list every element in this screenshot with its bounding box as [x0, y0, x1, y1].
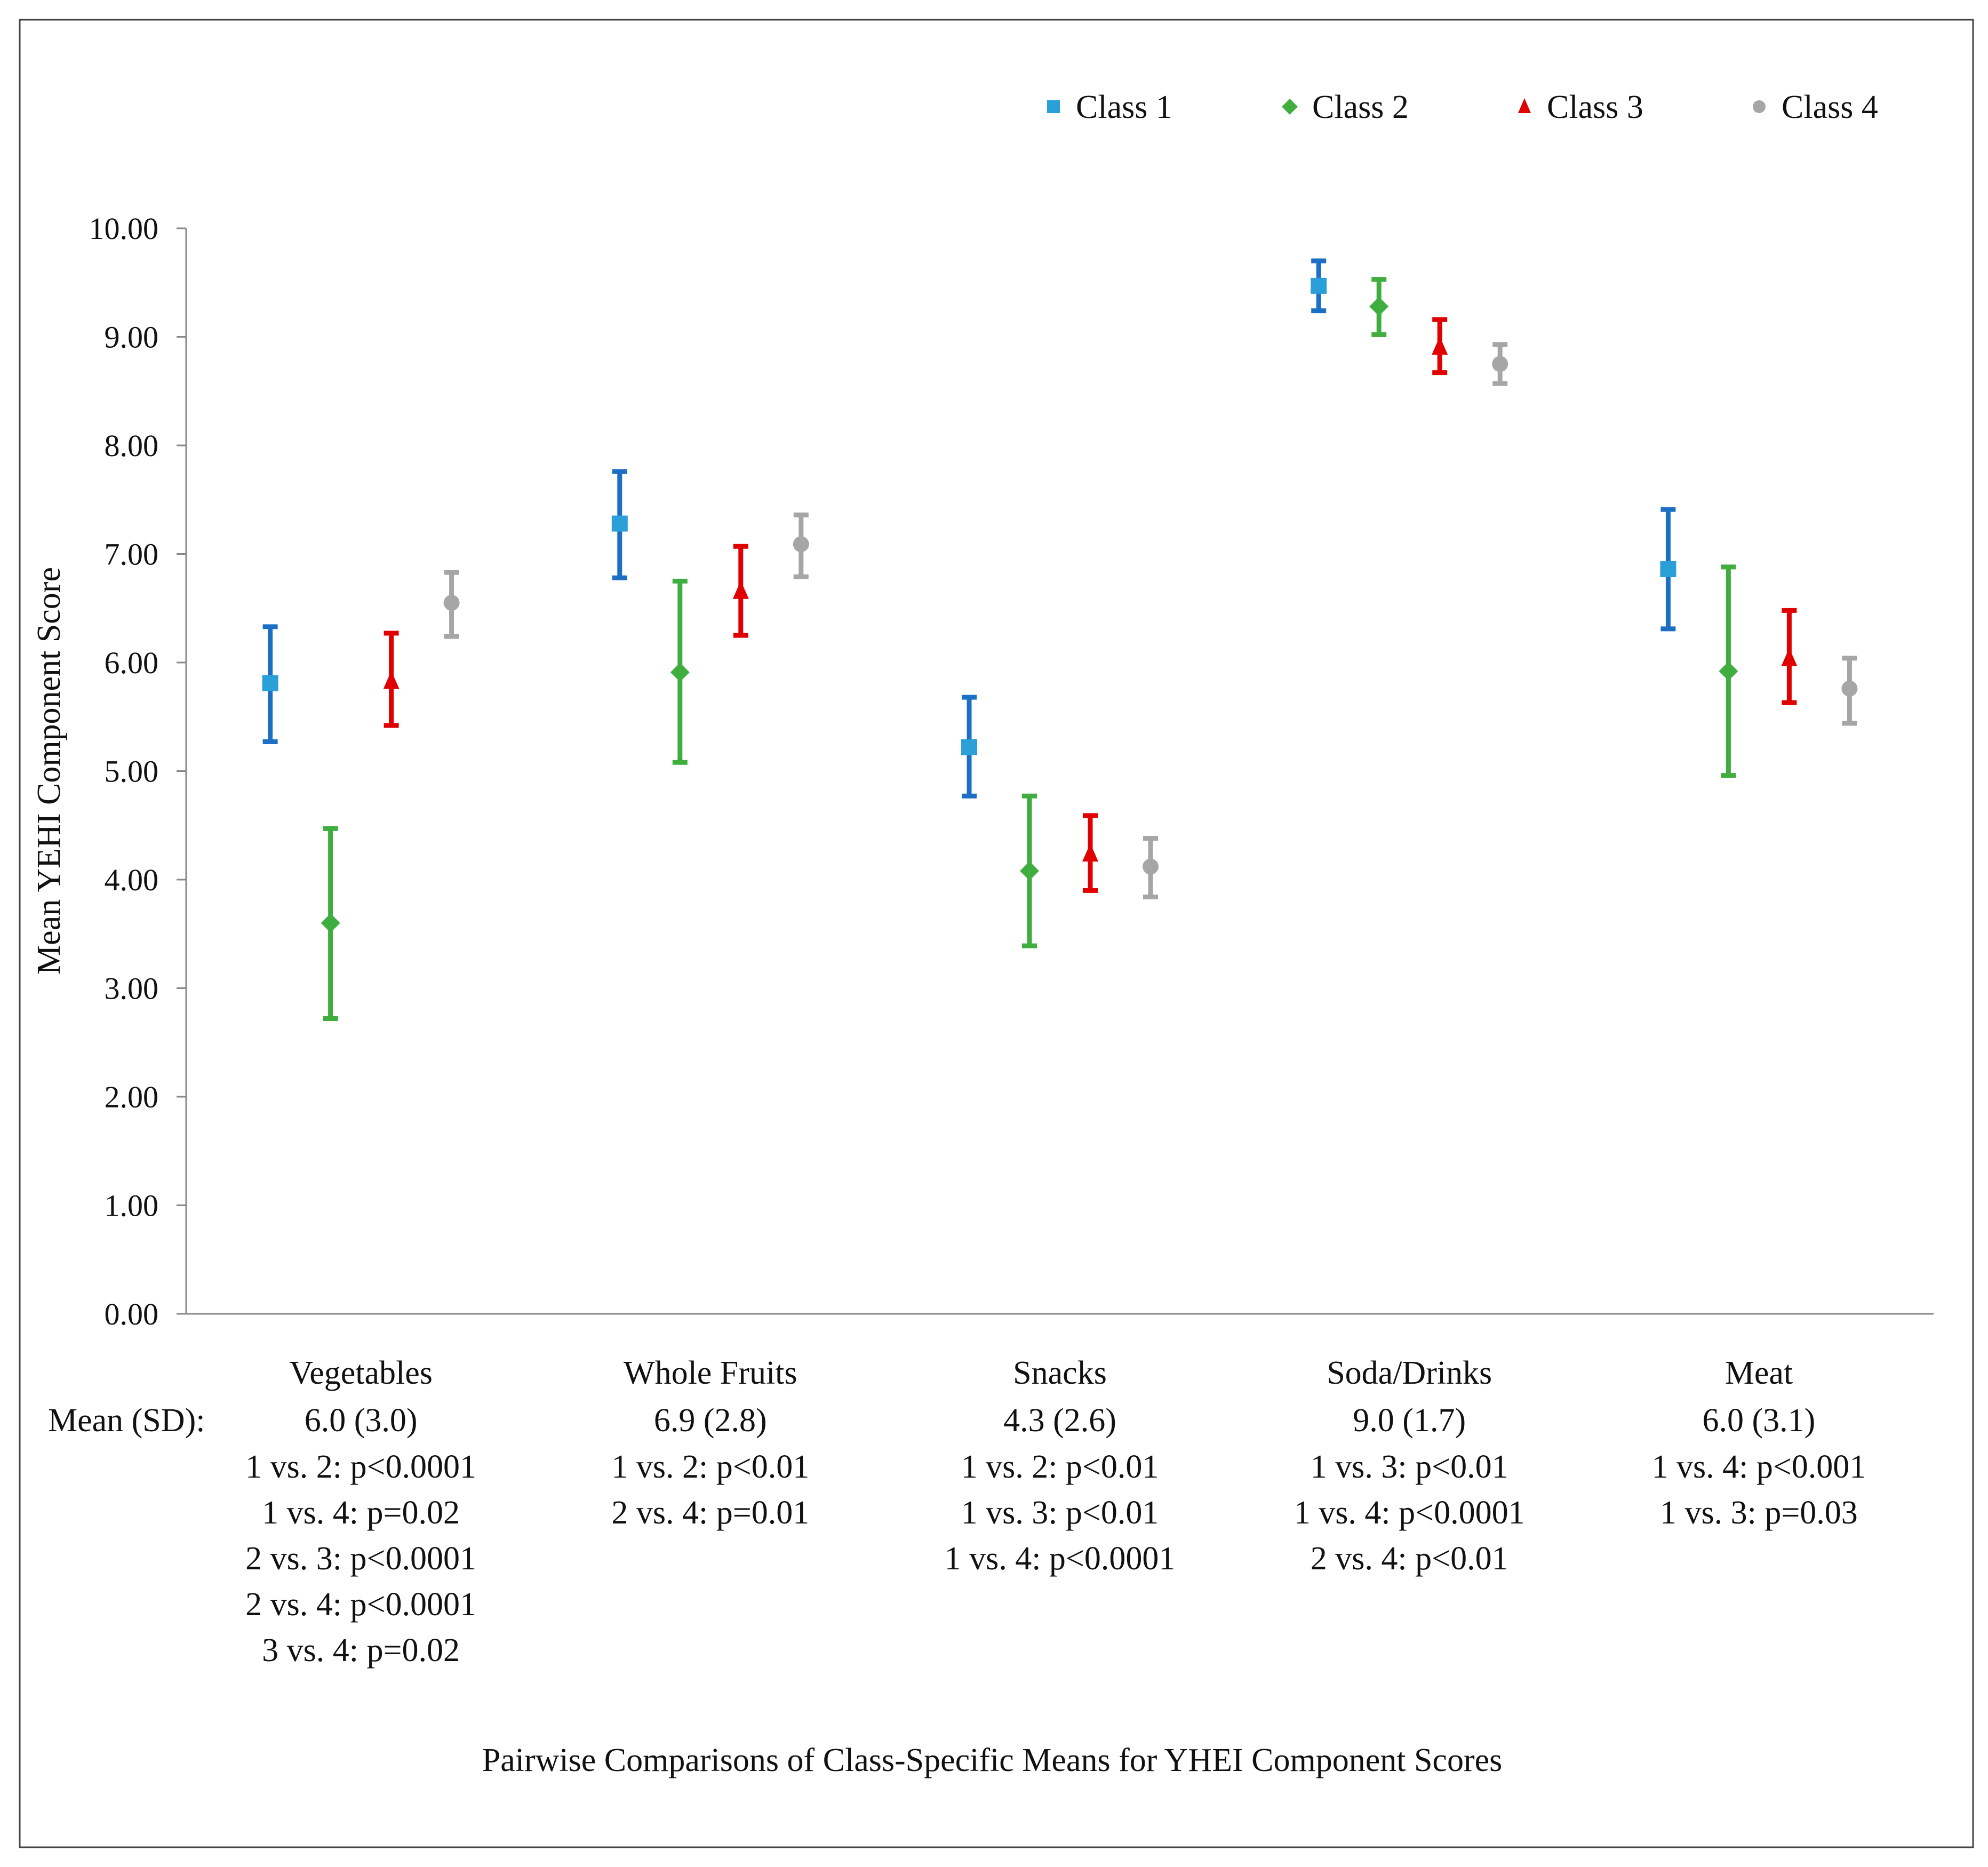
category-mean-sd: 4.3 (2.6) [1003, 1402, 1116, 1439]
chart-caption: Pairwise Comparisons of Class-Specific M… [482, 1742, 1503, 1778]
square-marker [1660, 561, 1676, 577]
pairwise-comparison: 1 vs. 3: p<0.01 [1311, 1449, 1508, 1485]
legend-label: Class 1 [1076, 89, 1172, 125]
pairwise-comparison: 1 vs. 2: p<0.01 [611, 1449, 809, 1485]
circle-marker [443, 595, 460, 611]
y-tick-label: 9.00 [105, 320, 159, 355]
y-axis-label: Mean YEHI Component Score [31, 567, 67, 975]
y-tick-label: 1.00 [105, 1188, 159, 1223]
legend-label: Class 2 [1312, 89, 1409, 125]
circle-marker [1841, 680, 1858, 697]
category-mean-sd: 9.0 (1.7) [1353, 1402, 1466, 1439]
pairwise-comparison: 1 vs. 4: p<0.0001 [945, 1541, 1176, 1577]
y-tick-label: 6.00 [105, 645, 159, 680]
y-tick-label: 10.00 [89, 211, 159, 246]
pairwise-comparison: 1 vs. 4: p<0.0001 [1294, 1495, 1525, 1531]
y-tick-label: 3.00 [105, 971, 159, 1006]
pairwise-comparison: 2 vs. 4: p<0.01 [1311, 1541, 1508, 1577]
pairwise-comparison: 1 vs. 2: p<0.0001 [245, 1449, 476, 1485]
square-marker [1311, 277, 1327, 294]
category-mean-sd: 6.9 (2.8) [654, 1402, 767, 1439]
square-marker [961, 739, 977, 755]
legend-label: Class 4 [1782, 89, 1878, 125]
category-mean-sd: 6.0 (3.1) [1703, 1402, 1816, 1439]
square-marker [611, 515, 628, 532]
y-tick-label: 2.00 [105, 1080, 159, 1114]
circle-marker [1143, 858, 1159, 875]
y-tick-label: 8.00 [105, 428, 159, 463]
pairwise-comparison: 1 vs. 2: p<0.01 [961, 1449, 1159, 1485]
pairwise-comparison: 3 vs. 4: p=0.02 [262, 1632, 460, 1669]
error-bar-chart: 0.00 1.00 2.00 3.00 4.00 5.00 6.00 7.00 8.00 9.00… [19, 19, 1974, 1848]
pairwise-comparison: 2 vs. 3: p<0.0001 [245, 1541, 476, 1577]
circle-marker [1753, 100, 1766, 113]
circle-marker [1492, 356, 1508, 372]
y-tick-label: 4.00 [105, 863, 159, 897]
pairwise-comparison: 1 vs. 3: p<0.01 [961, 1495, 1159, 1531]
legend-label: Class 3 [1547, 89, 1643, 125]
x-category-label: Snacks [1013, 1355, 1107, 1391]
y-tick-label: 7.00 [105, 537, 159, 572]
x-category-label: Vegetables [289, 1355, 433, 1391]
category-mean-sd: 6.0 (3.0) [305, 1402, 418, 1439]
square-marker [262, 675, 278, 691]
x-category-label: Soda/Drinks [1327, 1355, 1492, 1391]
x-category-label: Meat [1725, 1355, 1793, 1391]
circle-marker [793, 536, 809, 553]
y-tick-label: 0.00 [105, 1297, 159, 1331]
pairwise-comparison: 2 vs. 4: p<0.0001 [245, 1586, 476, 1623]
square-marker [1047, 100, 1060, 113]
y-tick-label: 5.00 [105, 754, 159, 789]
pairwise-comparison: 1 vs. 3: p=0.03 [1660, 1495, 1858, 1531]
x-category-label: Whole Fruits [624, 1355, 797, 1391]
pairwise-comparison: 1 vs. 4: p<0.001 [1651, 1449, 1866, 1485]
pairwise-comparison: 2 vs. 4: p=0.01 [611, 1495, 809, 1531]
mean-sd-label: Mean (SD): [48, 1402, 205, 1439]
pairwise-comparison: 1 vs. 4: p=0.02 [262, 1495, 460, 1531]
